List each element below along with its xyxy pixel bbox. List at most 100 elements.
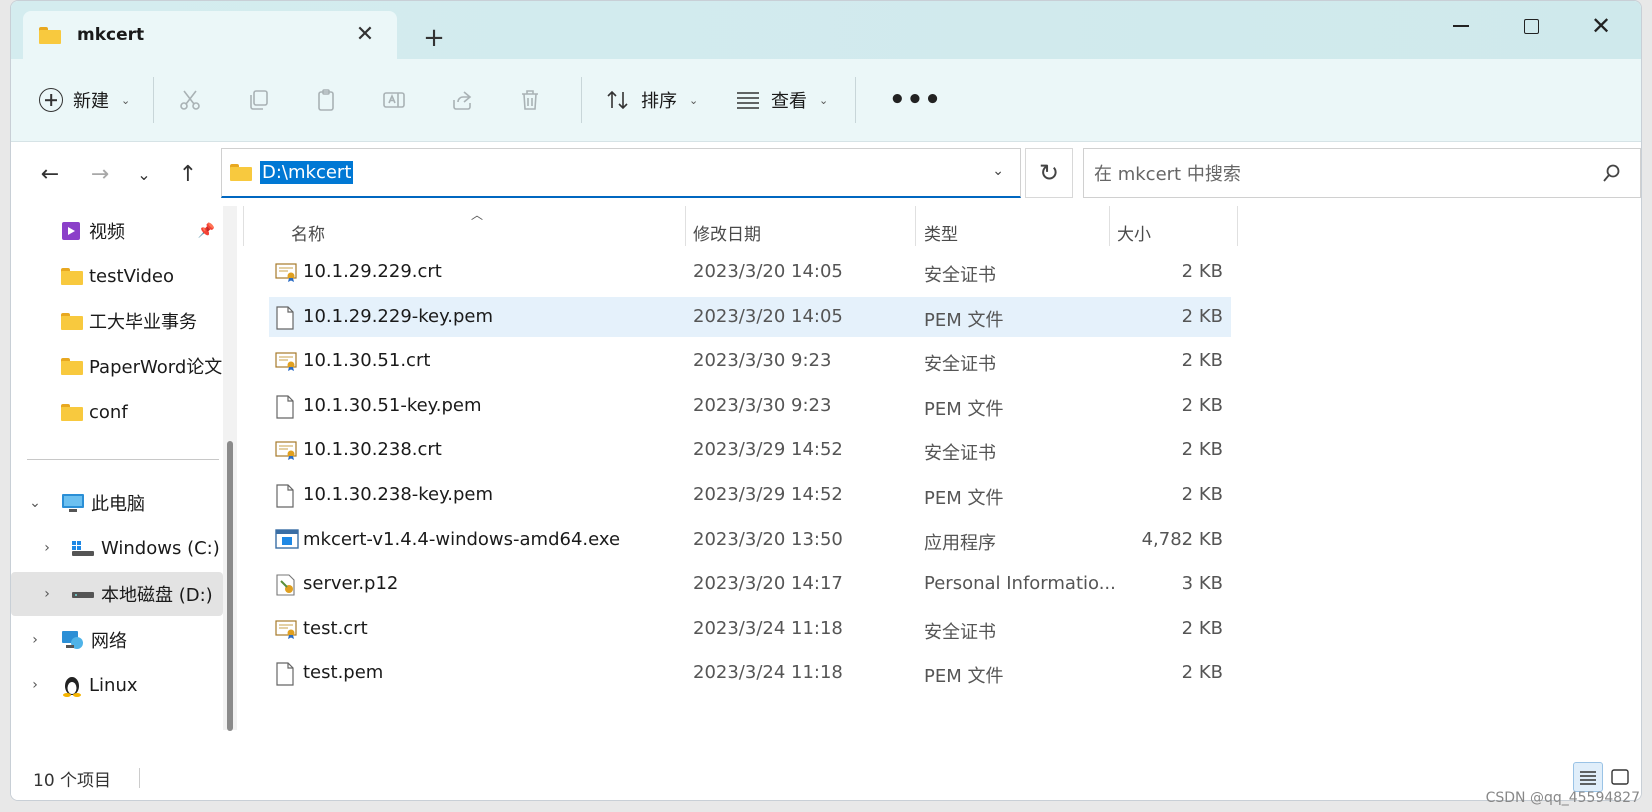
column-divider[interactable] [1237, 206, 1238, 246]
file-name[interactable]: 10.1.29.229.crt [303, 261, 442, 282]
chevron-down-icon[interactable]: ⌄ [25, 495, 45, 511]
new-button[interactable]: 新建 ⌄ [39, 79, 130, 121]
separator [153, 77, 154, 123]
close-window-button[interactable]: ✕ [1571, 11, 1631, 41]
search-placeholder: 在 mkcert 中搜索 [1094, 164, 1241, 185]
drive-icon [72, 592, 94, 598]
separator [581, 77, 582, 123]
file-type: PEM 文件 [924, 398, 1004, 420]
search-input[interactable]: 在 mkcert 中搜索 [1083, 148, 1641, 198]
paste-button[interactable] [309, 83, 343, 117]
file-row[interactable]: server.p12 2023/3/20 14:17 Personal Inform… [269, 564, 1231, 604]
chevron-right-icon[interactable]: › [25, 677, 45, 693]
linux-icon [63, 677, 81, 697]
chevron-down-icon[interactable]: ⌄ [992, 163, 1004, 179]
file-date: 2023/3/30 9:23 [693, 350, 832, 372]
certificate-icon [275, 618, 297, 642]
delete-button[interactable] [513, 83, 547, 117]
p12-icon [275, 573, 297, 597]
back-button[interactable]: ← [33, 157, 67, 191]
file-row[interactable]: test.crt 2023/3/24 11:18 安全证书 2 KB [269, 609, 1231, 649]
column-divider[interactable] [915, 206, 916, 246]
chevron-right-icon[interactable]: › [37, 586, 57, 602]
file-row[interactable]: 10.1.30.51-key.pem 2023/3/30 9:23 PEM 文件 2 … [269, 386, 1231, 426]
file-row[interactable]: 10.1.29.229-key.pem 2023/3/20 14:05 PEM 文件… [269, 296, 1231, 337]
sidebar-scroll-thumb[interactable] [227, 441, 233, 731]
close-tab-icon[interactable]: ✕ [353, 23, 377, 47]
file-row[interactable]: 10.1.30.238.crt 2023/3/29 14:52 安全证书 2 KB [269, 430, 1231, 470]
column-header-date[interactable]: 修改日期 [693, 216, 761, 248]
network-icon [62, 631, 83, 649]
file-type: 安全证书 [924, 443, 996, 465]
up-button[interactable]: ↑ [171, 157, 205, 191]
column-divider[interactable] [1109, 206, 1110, 246]
sidebar-item-drive-c[interactable]: › Windows (C:) [11, 526, 223, 570]
forward-button[interactable]: → [83, 157, 117, 191]
copy-button[interactable] [241, 83, 275, 117]
tab-mkcert[interactable]: mkcert ✕ [23, 11, 397, 59]
file-row[interactable]: 10.1.29.229.crt 2023/3/20 14:05 安全证书 2 KB [269, 252, 1231, 292]
sidebar-item-paperword[interactable]: PaperWord论文 [11, 344, 223, 388]
cut-button[interactable] [173, 83, 207, 117]
file-row[interactable]: 10.1.30.238-key.pem 2023/3/29 14:52 PEM 文件… [269, 475, 1231, 515]
file-row[interactable]: mkcert-v1.4.4-windows-amd64.exe 2023/3/20… [269, 520, 1231, 560]
file-list: 名称 ︿ 修改日期 类型 大小 10.1.29.229.crt 2023/3/20… [243, 206, 1641, 754]
tiles-view-button[interactable] [1605, 762, 1635, 792]
file-icon [275, 305, 297, 330]
sidebar-item-label: 此电脑 [91, 494, 145, 515]
pin-icon[interactable]: 📌 [198, 223, 215, 239]
file-name[interactable]: test.crt [303, 618, 368, 639]
file-name[interactable]: mkcert-v1.4.4-windows-amd64.exe [303, 529, 620, 550]
file-name[interactable]: test.pem [303, 662, 383, 683]
chevron-right-icon[interactable]: › [37, 540, 57, 556]
file-name[interactable]: 10.1.30.51.crt [303, 350, 430, 371]
file-name[interactable]: 10.1.29.229-key.pem [303, 306, 493, 327]
sidebar-item-videos[interactable]: 视频 📌 [11, 209, 223, 253]
maximize-button[interactable] [1501, 11, 1561, 41]
sidebar-divider [27, 459, 219, 460]
share-button[interactable] [445, 83, 479, 117]
sidebar-item-linux[interactable]: › Linux [11, 663, 223, 707]
file-row[interactable]: 10.1.30.51.crt 2023/3/30 9:23 安全证书 2 KB [269, 341, 1231, 381]
sidebar-item-this-pc[interactable]: ⌄ 此电脑 [11, 481, 223, 525]
new-tab-button[interactable]: + [419, 23, 449, 53]
column-divider[interactable] [685, 206, 686, 246]
navigation-bar: ← → ⌄ ↑ D:\mkcert ⌄ ↻ 在 mkcert 中搜索 [11, 143, 1641, 205]
sidebar-item-conf[interactable]: conf [11, 390, 223, 434]
column-header-size[interactable]: 大小 [1117, 216, 1151, 248]
file-size: 2 KB [1181, 484, 1223, 505]
refresh-button[interactable]: ↻ [1025, 148, 1073, 198]
file-name[interactable]: server.p12 [303, 573, 398, 594]
address-path[interactable]: D:\mkcert [260, 161, 354, 184]
chevron-right-icon[interactable]: › [25, 632, 45, 648]
sidebar-item-drive-d[interactable]: › 本地磁盘 (D:) [11, 572, 223, 616]
column-header-type[interactable]: 类型 [924, 216, 958, 248]
more-options-button[interactable]: ••• [889, 85, 942, 115]
details-view-button[interactable] [1573, 762, 1603, 792]
watermark: CSDN @qq_45594827 [1485, 790, 1640, 806]
folder-icon [61, 267, 83, 285]
view-button[interactable]: 查看 ⌄ [735, 79, 828, 121]
sidebar-item-label: 视频 [89, 222, 125, 243]
file-type: PEM 文件 [924, 309, 1004, 331]
file-size: 2 KB [1181, 439, 1223, 461]
file-row[interactable]: test.pem 2023/3/24 11:18 PEM 文件 2 KB [269, 653, 1231, 693]
file-size: 2 KB [1181, 617, 1223, 639]
address-bar[interactable]: D:\mkcert ⌄ [221, 148, 1021, 198]
file-name[interactable]: 10.1.30.51-key.pem [303, 395, 482, 416]
view-label: 查看 [771, 91, 807, 112]
rename-button[interactable] [377, 83, 411, 117]
column-header-name[interactable]: 名称 [291, 216, 325, 248]
sort-button[interactable]: 排序 ⌄ [605, 79, 698, 121]
certificate-icon [275, 350, 297, 374]
file-name[interactable]: 10.1.30.238-key.pem [303, 484, 493, 505]
arrow-left-icon: ← [40, 161, 60, 187]
sidebar-item-graduation[interactable]: 工大毕业事务 [11, 299, 223, 343]
chevron-down-icon: ⌄ [121, 93, 131, 107]
minimize-button[interactable] [1431, 11, 1491, 41]
recent-locations-button[interactable]: ⌄ [127, 157, 161, 191]
sidebar-item-testvideo[interactable]: testVideo [11, 254, 223, 298]
sort-icon [607, 90, 628, 110]
sidebar-item-network[interactable]: › 网络 [11, 618, 223, 662]
file-name[interactable]: 10.1.30.238.crt [303, 439, 442, 460]
